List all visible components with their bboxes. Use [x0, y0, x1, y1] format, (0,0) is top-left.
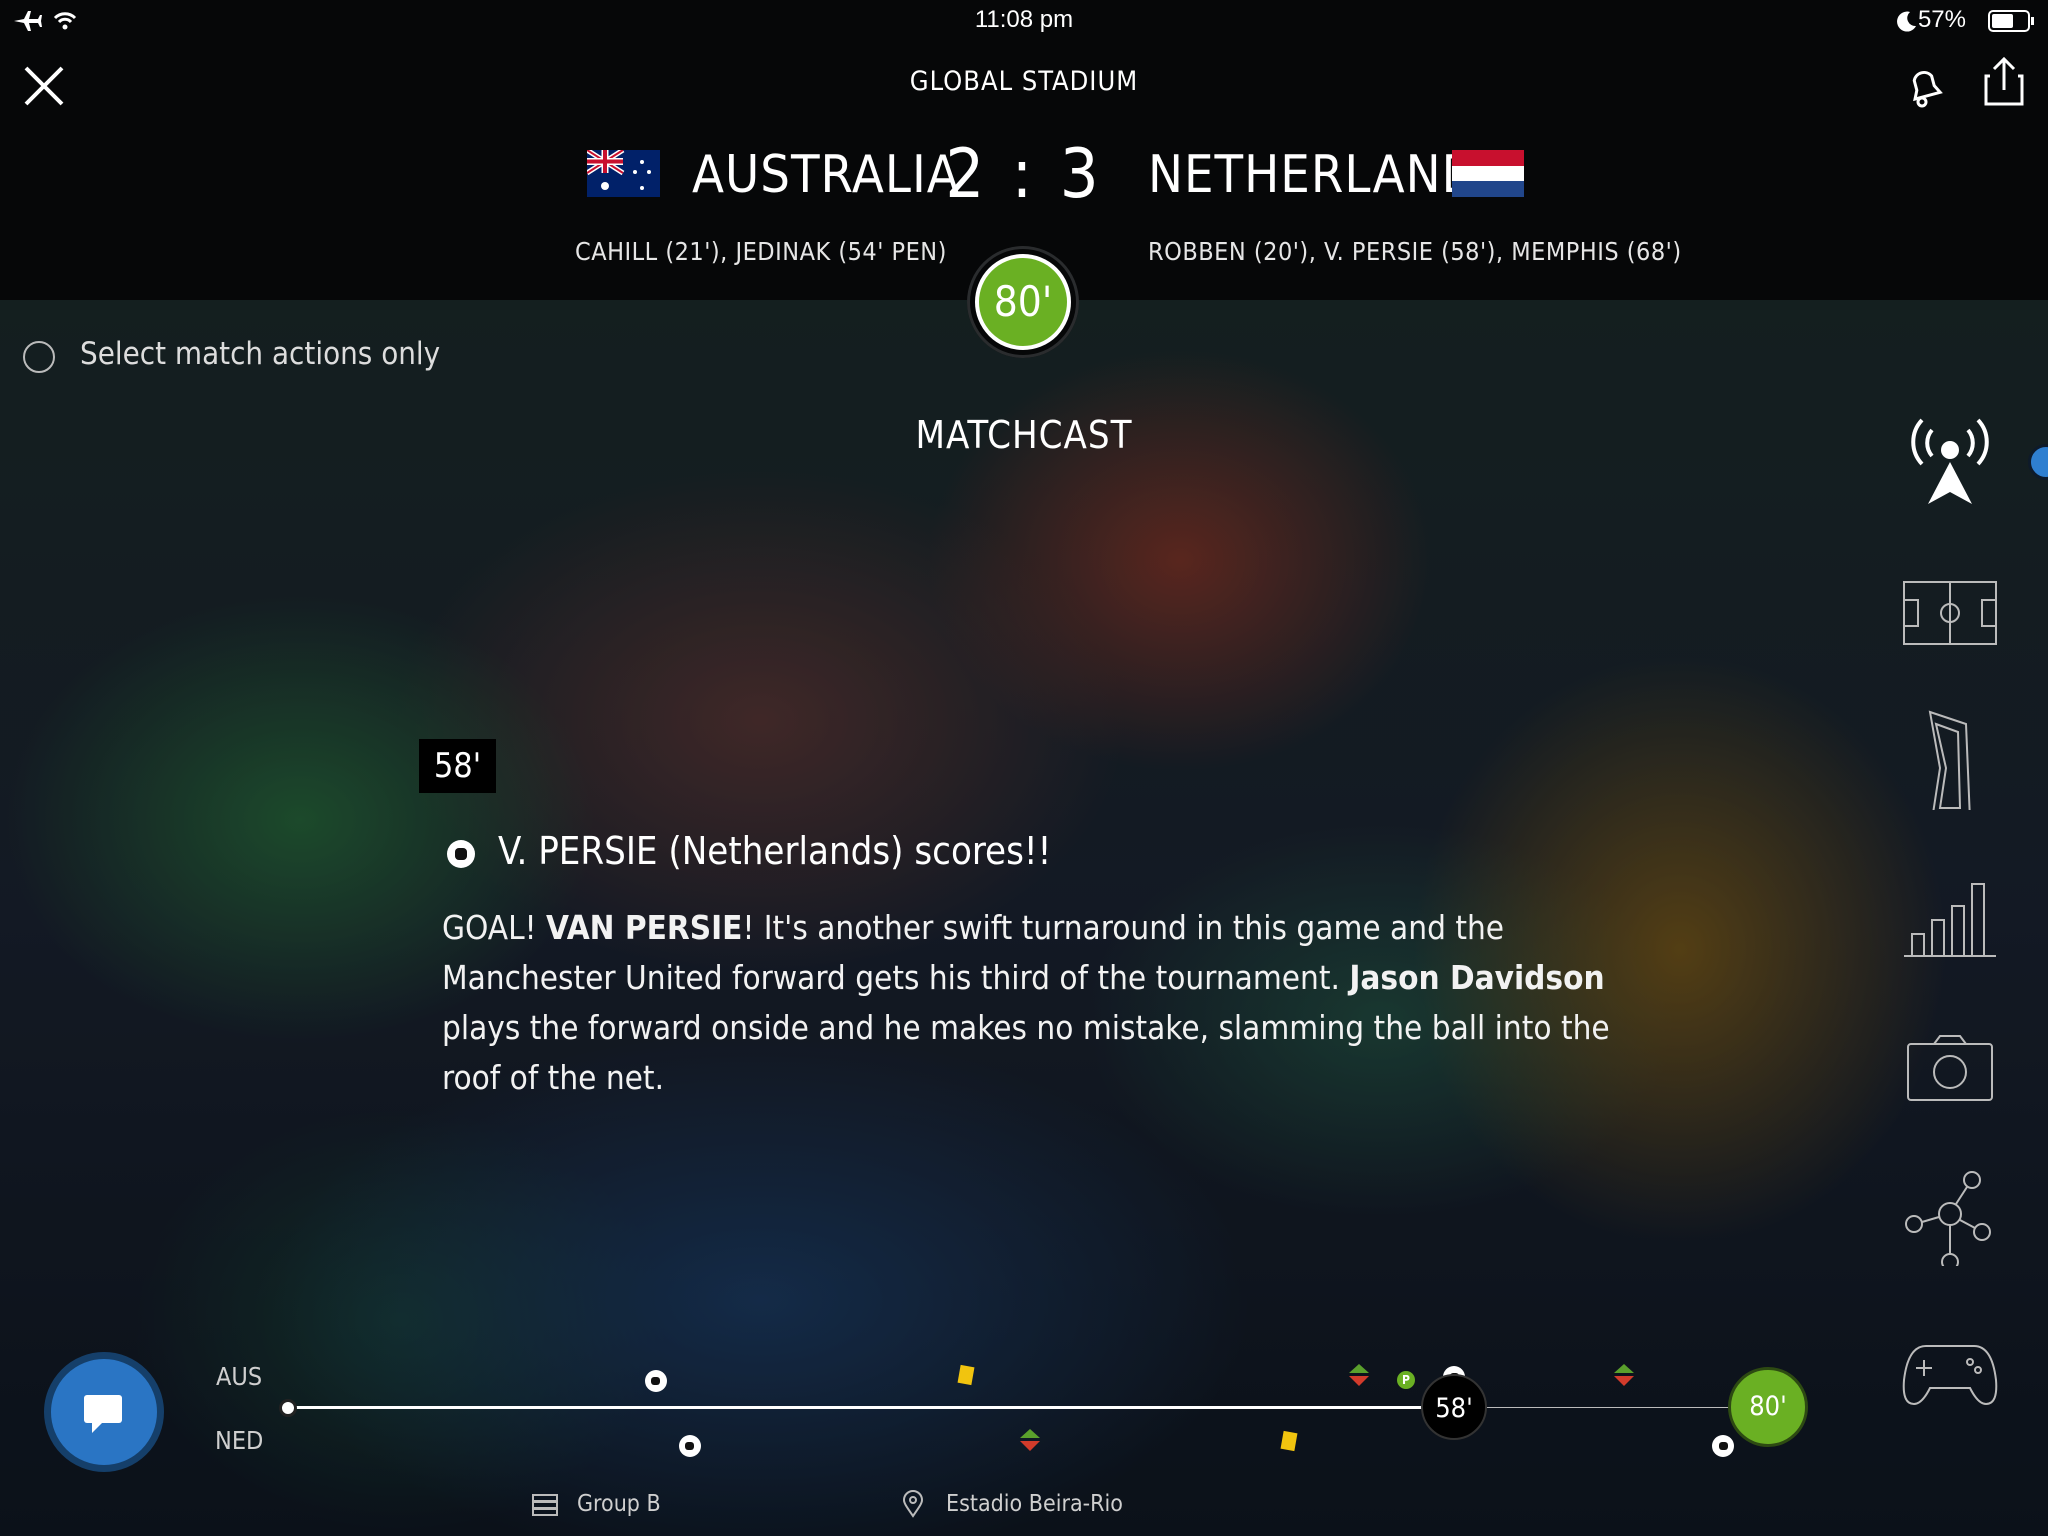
goal-ball-icon: [447, 840, 475, 868]
event-body-text: GOAL!: [442, 908, 546, 947]
status-bar: 11:08 pm 57%: [0, 0, 2048, 42]
netherlands-flag-icon: [1452, 150, 1524, 197]
home-team-name: AUSTRALIA: [692, 145, 960, 205]
section-title: MATCHCAST: [915, 413, 1133, 457]
group-icon: [532, 1494, 558, 1516]
home-scorers: CAHILL (21'), JEDINAK (54' PEN): [575, 237, 947, 266]
aus-substitution-event[interactable]: [1614, 1364, 1634, 1386]
timeline-played: [287, 1406, 1437, 1409]
ned-substitution-event[interactable]: [1020, 1429, 1040, 1451]
share-icon[interactable]: [1984, 56, 2024, 106]
location-pin-icon: [902, 1490, 924, 1518]
ned-goal-event[interactable]: [678, 1435, 701, 1457]
match-clock: 80': [975, 254, 1071, 350]
australia-flag-icon: [587, 150, 660, 197]
event-body: GOAL! VAN PERSIE! It's another swift tur…: [442, 903, 1632, 1103]
stadium-name: GLOBAL STADIUM: [909, 66, 1139, 97]
chat-bubble-icon: [84, 1395, 122, 1433]
event-minute-badge: 58': [419, 739, 496, 793]
timeline-current-marker[interactable]: 58': [1421, 1374, 1487, 1440]
score: 2 : 3: [945, 135, 1103, 214]
timeline-away-label: NED: [215, 1426, 264, 1455]
group-label: Group B: [577, 1491, 661, 1517]
stadium-icon[interactable]: [1900, 710, 2000, 810]
match-actions-label[interactable]: Select match actions only: [80, 336, 440, 372]
moon-icon: [1897, 11, 1916, 32]
event-player-highlight: Jason Davidson: [1349, 958, 1605, 997]
timeline-live-marker[interactable]: 80': [1728, 1367, 1808, 1447]
event-player-highlight: VAN PERSIE: [545, 908, 743, 947]
venue-label: Estadio Beira-Rio: [946, 1491, 1123, 1517]
network-icon[interactable]: [1900, 1166, 2000, 1266]
stats-icon[interactable]: [1900, 868, 2000, 968]
event-body-text: plays the forward onside and he makes no…: [442, 1008, 1610, 1097]
away-scorers: ROBBEN (20'), V. PERSIE (58'), MEMPHIS (…: [1148, 237, 1682, 266]
aus-goal-event[interactable]: [644, 1370, 667, 1392]
live-icon[interactable]: [1900, 408, 2000, 508]
match-actions-radio[interactable]: [23, 341, 55, 373]
chat-button[interactable]: [44, 1352, 164, 1472]
battery-percent: 57%: [1917, 6, 1966, 33]
pitch-icon[interactable]: [1900, 573, 2000, 673]
bell-icon[interactable]: [1902, 62, 1948, 110]
camera-icon[interactable]: [1900, 1030, 2000, 1130]
status-time: 11:08 pm: [974, 6, 1074, 33]
timeline-start-marker[interactable]: [279, 1399, 297, 1417]
battery-icon: [1988, 10, 2034, 32]
aus-substitution-event[interactable]: [1349, 1364, 1369, 1386]
event-title: V. PERSIE (Netherlands) scores!!: [498, 829, 1052, 873]
timeline-home-label: AUS: [216, 1362, 263, 1391]
penalty-badge: P: [1397, 1371, 1415, 1389]
gamepad-icon[interactable]: [1900, 1330, 2000, 1430]
